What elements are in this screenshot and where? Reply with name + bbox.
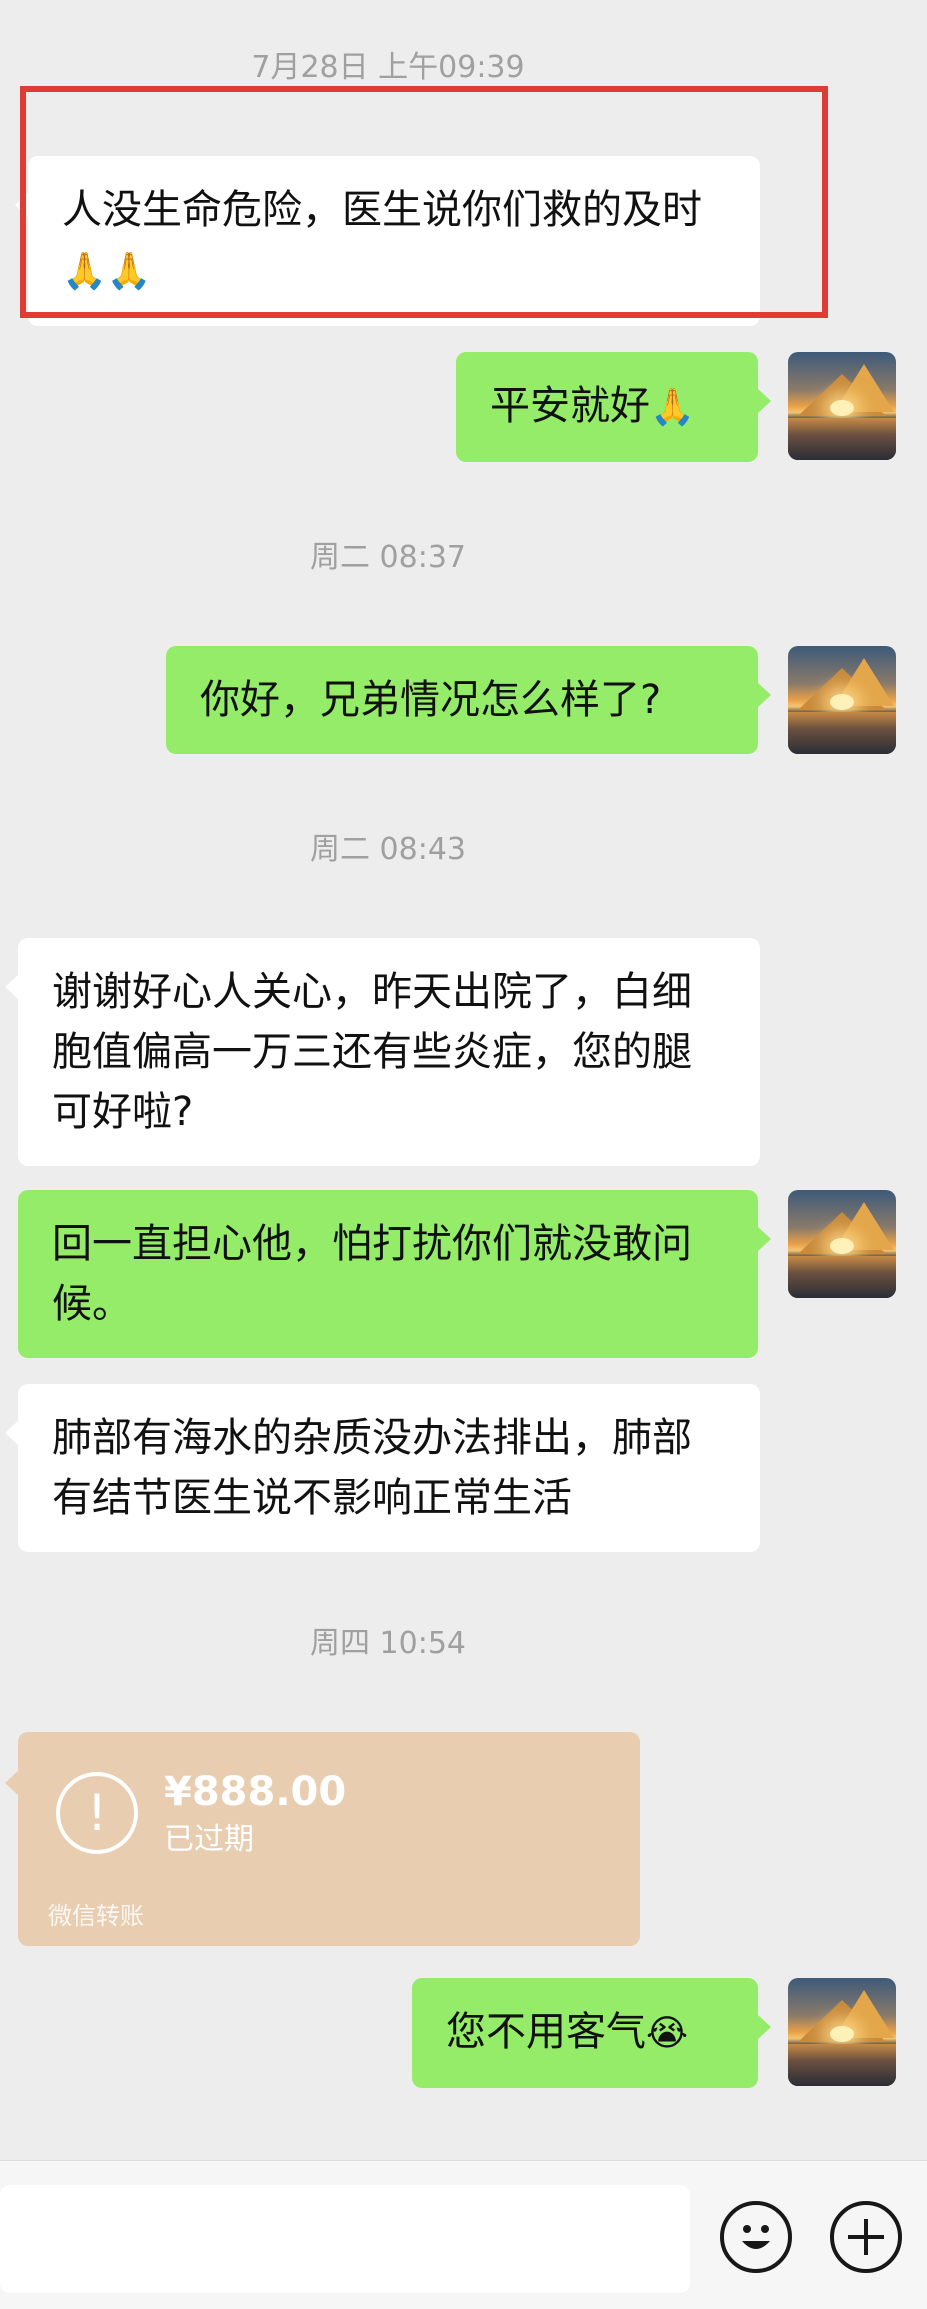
- transfer-footer-label: 微信转账: [48, 1902, 144, 1930]
- timestamp: 周二 08:43: [310, 832, 466, 867]
- avatar[interactable]: [788, 1978, 896, 2086]
- timestamp: 周二 08:37: [310, 540, 466, 575]
- timestamp: 7月28日 上午09:39: [251, 50, 525, 85]
- outgoing-message[interactable]: 您不用客气😭: [412, 1978, 771, 2088]
- expired-alert-icon: !: [56, 1772, 138, 1854]
- transfer-amount: ¥888.00: [164, 1769, 347, 1815]
- avatar[interactable]: [788, 1190, 896, 1298]
- outgoing-message[interactable]: 回一直担心他，怕打扰你们就没敢问候。: [18, 1190, 771, 1358]
- message-text: 人没生命危险，医生说你们救的及时: [62, 187, 702, 233]
- incoming-message[interactable]: 肺部有海水的杂质没办法排出，肺部有结节医生说不影响正常生活: [5, 1384, 760, 1552]
- transfer-status: 已过期: [164, 1822, 254, 1857]
- crying-face-emoji: 😭: [646, 2013, 689, 2054]
- message-text: 肺部有海水的杂质没办法排出，肺部有结节医生说不影响正常生活: [52, 1415, 692, 1521]
- message-text: 您不用客气: [446, 2009, 646, 2055]
- avatar[interactable]: [788, 352, 896, 460]
- smiley-face-icon[interactable]: [720, 2201, 792, 2273]
- timestamp: 周四 10:54: [310, 1626, 466, 1661]
- wechat-transfer-card[interactable]: ! ¥888.00 已过期 微信转账: [5, 1732, 640, 1946]
- avatar[interactable]: [788, 646, 896, 754]
- incoming-message[interactable]: 人没生命危险，医生说你们救的及时 🙏🙏: [15, 156, 760, 326]
- message-input[interactable]: [0, 2185, 690, 2293]
- incoming-message[interactable]: 谢谢好心人关心，昨天出院了，白细胞值偏高一万三还有些炎症，您的腿可好啦?: [5, 938, 760, 1166]
- message-text: 回一直担心他，怕打扰你们就没敢问候。: [52, 1221, 692, 1327]
- input-bar: [0, 2160, 927, 2309]
- pray-emoji: 🙏: [650, 387, 695, 428]
- message-text: 平安就好: [490, 383, 650, 429]
- plus-circle-icon[interactable]: [830, 2201, 902, 2273]
- outgoing-message[interactable]: 你好，兄弟情况怎么样了?: [166, 646, 771, 754]
- pray-emoji: 🙏🙏: [62, 251, 152, 292]
- message-text: 谢谢好心人关心，昨天出院了，白细胞值偏高一万三还有些炎症，您的腿可好啦?: [52, 969, 692, 1135]
- message-text: 你好，兄弟情况怎么样了?: [200, 677, 662, 723]
- outgoing-message[interactable]: 平安就好🙏: [456, 352, 771, 462]
